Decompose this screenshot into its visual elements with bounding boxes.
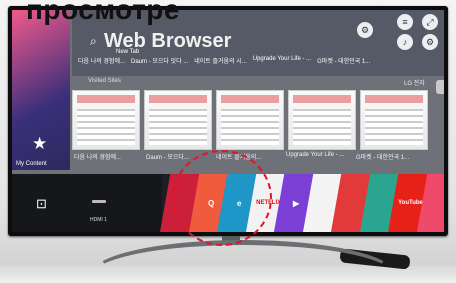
settings-icon[interactable]: ⚙ bbox=[357, 22, 373, 38]
music-icon[interactable]: ♪ bbox=[397, 34, 413, 50]
new-tab-label[interactable]: New Tab bbox=[116, 49, 139, 55]
thumbnail-label: Daum - 모으다... bbox=[146, 155, 189, 161]
input-source-icon[interactable]: ⊡ bbox=[36, 196, 47, 212]
highlight-circle bbox=[172, 150, 272, 246]
hdmi-label: HDMI 1 bbox=[90, 217, 107, 223]
site-tab[interactable]: 네이트 즐거움의 시... bbox=[194, 56, 247, 66]
my-content-label[interactable]: My Content bbox=[16, 161, 47, 167]
launcher-input-area bbox=[12, 174, 162, 232]
thumbnail-row bbox=[72, 90, 444, 160]
visited-sites-label: Visited Sites bbox=[88, 78, 121, 84]
site-tab[interactable]: Upgrade Your Life - ... bbox=[253, 56, 311, 66]
site-thumbnail[interactable] bbox=[144, 90, 212, 150]
gear-icon[interactable]: ⚙ bbox=[422, 34, 438, 50]
youtube-tile-label: YouTube bbox=[397, 200, 423, 206]
site-tab[interactable]: Daum - 모으다 잇다 ... bbox=[131, 56, 188, 66]
site-tab[interactable]: 다음 나의 경험에... bbox=[78, 56, 125, 66]
search-icon[interactable]: ⌕ bbox=[90, 34, 97, 49]
site-tab[interactable]: G마켓 - 대한민국 1... bbox=[317, 56, 370, 66]
site-thumbnail[interactable] bbox=[216, 90, 284, 150]
live-tile-label: ▶ bbox=[293, 198, 300, 208]
site-tabs: 다음 나의 경험에... Daum - 모으다 잇다 ... 네이트 즐거움의 … bbox=[78, 56, 444, 66]
thumbnail-label: 다음 나의 경험에... bbox=[74, 155, 121, 161]
star-icon[interactable]: ★ bbox=[32, 134, 47, 154]
menu-icon[interactable]: ≡ bbox=[397, 14, 413, 30]
site-thumbnail[interactable] bbox=[72, 90, 140, 150]
thumbnail-label: Upgrade Your Life - ... bbox=[286, 152, 345, 158]
hdmi-icon[interactable] bbox=[92, 200, 106, 203]
caption-text: просмотре bbox=[26, 0, 180, 25]
lg-label: LG 전자 bbox=[404, 81, 425, 87]
site-thumbnail[interactable] bbox=[288, 90, 356, 150]
expand-icon[interactable]: ⤢ bbox=[422, 14, 438, 30]
site-thumbnail[interactable] bbox=[360, 90, 428, 150]
thumbnail-label: G마켓 - 대한민국 1... bbox=[356, 155, 410, 161]
